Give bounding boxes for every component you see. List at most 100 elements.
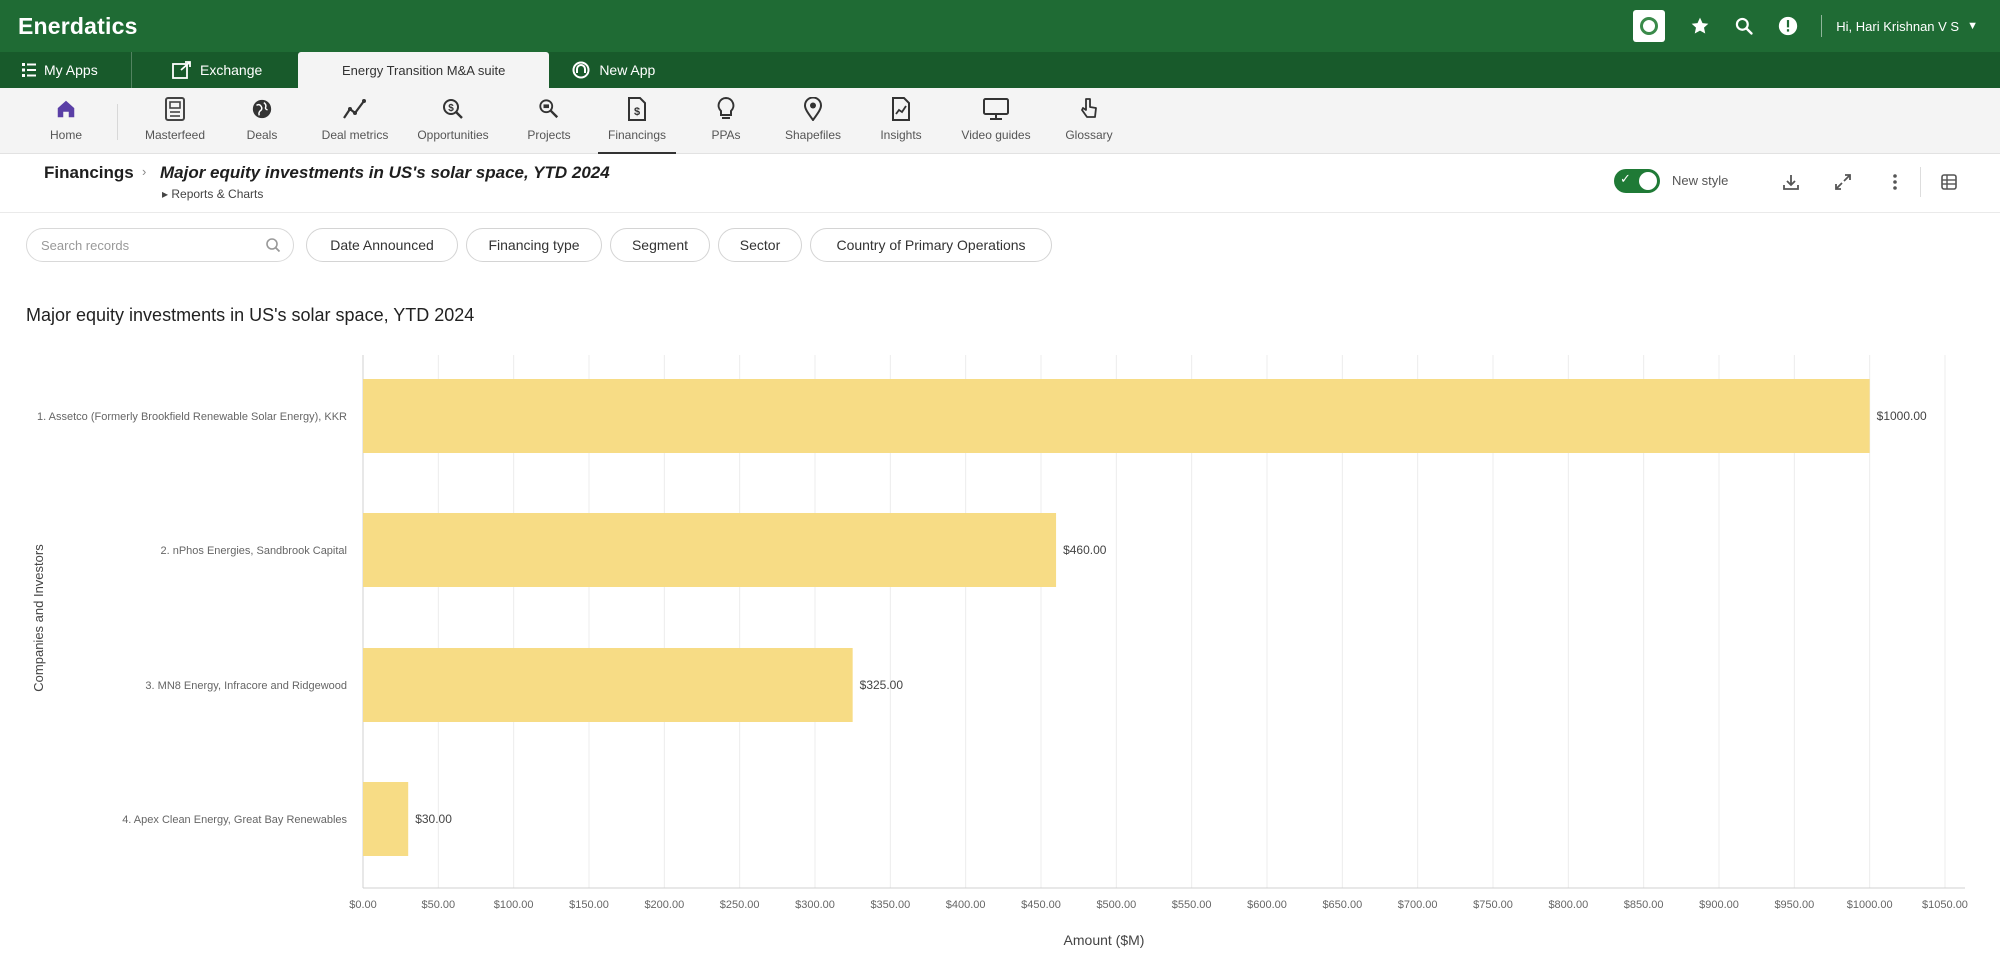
x-tick-label: $650.00 <box>1322 899 1362 911</box>
nav-projects[interactable]: Projects <box>520 96 578 154</box>
chevron-right-icon: › <box>142 164 147 179</box>
x-tick-label: $600.00 <box>1247 899 1287 911</box>
filter-financing-type[interactable]: Financing type <box>466 228 602 262</box>
tab-energy-transition[interactable]: Energy Transition M&A suite <box>298 52 550 88</box>
breadcrumb-root[interactable]: Financings <box>44 163 134 183</box>
nav-glossary[interactable]: Glossary <box>1062 96 1116 154</box>
filter-date-announced[interactable]: Date Announced <box>306 228 458 262</box>
feed-icon <box>164 96 186 122</box>
x-axis-title: Amount ($M) <box>1064 932 1145 948</box>
x-tick-label: $1000.00 <box>1847 899 1893 911</box>
bar-value-label: $325.00 <box>860 678 904 692</box>
filter-sector[interactable]: Sector <box>718 228 802 262</box>
nav-opportunities[interactable]: $ Opportunities <box>408 96 498 154</box>
x-tick-label: $900.00 <box>1699 899 1739 911</box>
user-greeting[interactable]: Hi, Hari Krishnan V S <box>1836 19 1959 34</box>
filter-bar: Search records Date Announced Financing … <box>0 226 2000 266</box>
tab-exchange[interactable]: Exchange <box>132 52 298 88</box>
search-placeholder: Search records <box>41 238 130 253</box>
expand-icon[interactable] <box>1832 171 1854 193</box>
x-tick-label: $200.00 <box>644 899 684 911</box>
tab-label: New App <box>599 62 656 78</box>
svg-text:$: $ <box>448 103 454 114</box>
nav-ppas[interactable]: PPAs <box>706 96 746 154</box>
nav-label: Deal metrics <box>321 128 389 142</box>
grid-icon <box>22 63 36 77</box>
page-title: Major equity investments in US's solar s… <box>160 163 610 182</box>
client-logo-icon[interactable] <box>1633 10 1666 42</box>
top-bar-actions: Hi, Hari Krishnan V S ▼ <box>1633 0 2000 52</box>
star-icon[interactable] <box>1689 15 1711 37</box>
bar-value-label: $460.00 <box>1063 543 1107 557</box>
alert-icon[interactable] <box>1777 15 1799 37</box>
search-icon[interactable] <box>1733 15 1755 37</box>
download-icon[interactable] <box>1780 171 1802 193</box>
globe-icon <box>251 96 273 122</box>
bar[interactable] <box>363 782 409 856</box>
chevron-down-icon[interactable]: ▼ <box>1967 20 1978 32</box>
toggle-label: New style <box>1672 173 1729 188</box>
x-tick-label: $950.00 <box>1774 899 1814 911</box>
module-nav: Home Masterfeed Deals Deal metrics $ Opp… <box>0 88 2000 154</box>
bar[interactable] <box>363 379 1870 453</box>
more-options-icon[interactable] <box>1884 171 1906 193</box>
page-header: Financings › Major equity investments in… <box>0 155 2000 213</box>
data-table-icon[interactable] <box>1938 171 1960 193</box>
nav-video-guides[interactable]: Video guides <box>956 96 1036 154</box>
tab-my-apps[interactable]: My Apps <box>0 52 132 88</box>
projects-icon <box>538 96 560 122</box>
x-tick-label: $300.00 <box>795 899 835 911</box>
pin-icon <box>804 96 822 122</box>
home-icon <box>55 96 77 122</box>
app-tabs: My Apps Exchange Energy Transition M&A s… <box>0 52 2000 88</box>
check-icon: ✓ <box>1620 171 1631 186</box>
nav-financings[interactable]: $ Financings <box>598 96 676 154</box>
nav-label: Insights <box>880 128 922 142</box>
x-tick-label: $800.00 <box>1548 899 1588 911</box>
nav-insights[interactable]: Insights <box>876 96 926 154</box>
toggle-knob <box>1639 172 1657 190</box>
bar[interactable] <box>363 513 1057 587</box>
bar[interactable] <box>363 648 853 722</box>
nav-deal-metrics[interactable]: Deal metrics <box>310 96 400 154</box>
pointer-icon <box>1079 96 1099 122</box>
new-style-toggle[interactable]: ✓ <box>1614 169 1660 193</box>
x-tick-label: $400.00 <box>946 899 986 911</box>
monitor-icon <box>983 96 1009 122</box>
filter-segment[interactable]: Segment <box>610 228 710 262</box>
nav-label: PPAs <box>711 128 741 142</box>
x-tick-label: $0.00 <box>349 899 377 911</box>
x-tick-label: $100.00 <box>494 899 534 911</box>
x-tick-label: $1050.00 <box>1922 899 1968 911</box>
filter-country[interactable]: Country of Primary Operations <box>810 228 1052 262</box>
x-tick-label: $350.00 <box>870 899 910 911</box>
nav-deals[interactable]: Deals <box>236 96 288 154</box>
financings-icon: $ <box>627 96 647 122</box>
nav-masterfeed[interactable]: Masterfeed <box>134 96 216 154</box>
bar-value-label: $30.00 <box>415 812 452 826</box>
tab-label: My Apps <box>44 62 98 78</box>
nav-shapefiles[interactable]: Shapefiles <box>780 96 846 154</box>
nav-label: Deals <box>246 128 278 142</box>
nav-home[interactable]: Home <box>36 96 96 154</box>
insights-icon <box>891 96 911 122</box>
nav-label: Home <box>49 128 82 142</box>
x-tick-label: $850.00 <box>1624 899 1664 911</box>
tab-new-app[interactable]: New App <box>549 52 677 88</box>
search-input[interactable]: Search records <box>26 228 294 262</box>
breadcrumb-sub[interactable]: ▸ Reports & Charts <box>162 187 263 201</box>
y-category-label: 2. nPhos Energies, Sandbrook Capital <box>160 545 347 557</box>
exchange-icon <box>172 61 192 79</box>
nav-label: Glossary <box>1065 128 1113 142</box>
bar-value-label: $1000.00 <box>1877 409 1927 423</box>
x-tick-label: $500.00 <box>1096 899 1136 911</box>
search-icon[interactable] <box>265 237 281 258</box>
brand-logo[interactable]: Enerdatics <box>18 13 138 40</box>
chart-title: Major equity investments in US's solar s… <box>26 305 475 325</box>
x-tick-label: $550.00 <box>1172 899 1212 911</box>
nav-label: Opportunities <box>417 128 489 142</box>
tab-label: Energy Transition M&A suite <box>342 62 506 78</box>
x-tick-label: $450.00 <box>1021 899 1061 911</box>
divider <box>1920 167 1921 197</box>
divider <box>117 104 118 140</box>
